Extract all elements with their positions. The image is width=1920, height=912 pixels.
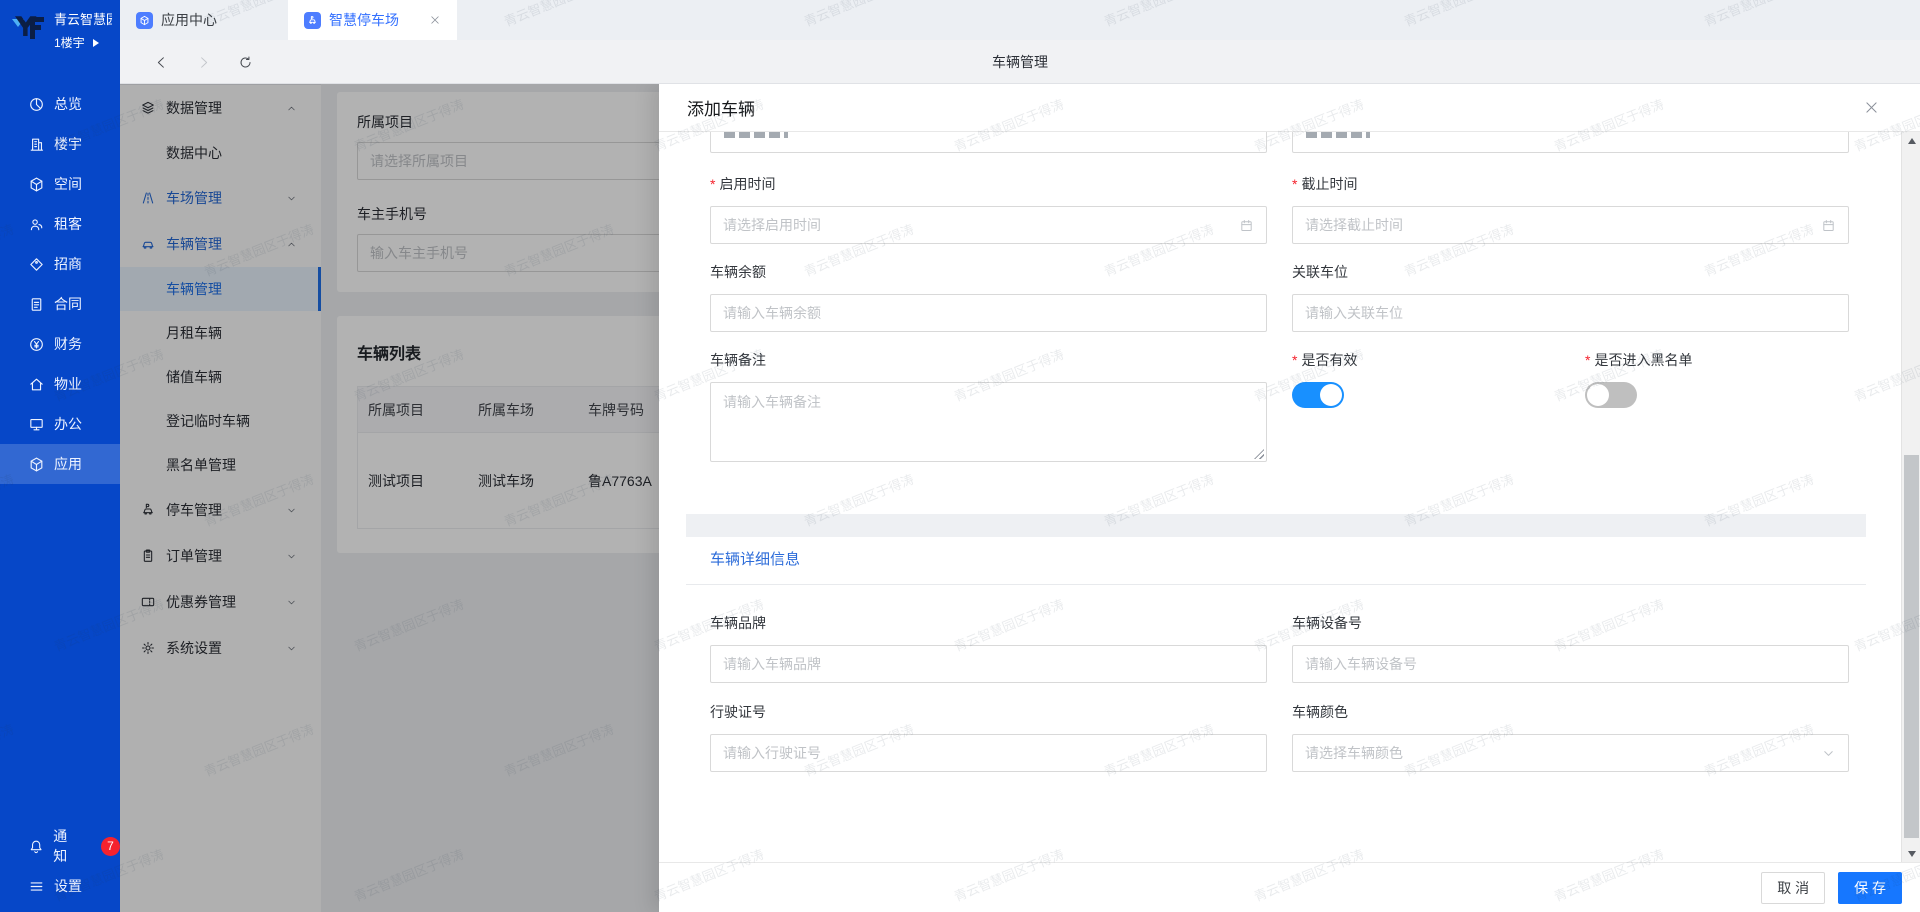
sidebar-item-building[interactable]: 楼宇 <box>0 124 120 164</box>
drawer-scrollbar <box>1901 132 1920 862</box>
users-icon <box>28 216 45 233</box>
end-time-label: 截止时间 <box>1292 174 1849 194</box>
license-number-input[interactable] <box>723 745 1254 761</box>
tag-icon <box>28 256 45 273</box>
blacklist-toggle[interactable] <box>1585 382 1637 408</box>
page-title: 车辆管理 <box>992 54 1048 70</box>
clipped-field-right[interactable] <box>1292 132 1849 153</box>
remark-label: 车辆备注 <box>710 352 766 368</box>
clipped-form-row <box>710 132 1849 153</box>
sidebar-item-overview[interactable]: 总览 <box>0 84 120 124</box>
start-time-label: 启用时间 <box>710 174 1267 194</box>
sidebar-item-property[interactable]: 物业 <box>0 364 120 404</box>
app-center-icon <box>136 11 153 29</box>
pie-icon <box>28 96 45 113</box>
section-gap <box>686 514 1866 537</box>
vehicle-color-select[interactable] <box>1292 734 1849 772</box>
brand-input[interactable] <box>723 656 1254 672</box>
cancel-button[interactable]: 取 消 <box>1761 871 1826 904</box>
vehicle-color-input[interactable] <box>1305 745 1821 761</box>
end-time-picker[interactable] <box>1292 206 1849 244</box>
monitor-icon <box>28 416 45 433</box>
start-time-input[interactable] <box>723 217 1239 233</box>
balance-field[interactable] <box>710 294 1267 332</box>
tab-close-icon[interactable] <box>429 14 441 26</box>
section-divider <box>686 584 1866 585</box>
brand-logo-icon <box>12 16 44 39</box>
tab-smart-parking[interactable]: 智慧停车场 <box>288 0 457 40</box>
scroll-up-icon[interactable] <box>1902 132 1920 149</box>
logo: 青云智慧园 1楼宇 <box>0 0 120 62</box>
sidebar-item-office[interactable]: 办公 <box>0 404 120 444</box>
building-selector-arrow-icon[interactable] <box>92 38 99 47</box>
home-icon <box>28 376 45 393</box>
document-icon <box>28 296 45 313</box>
add-vehicle-drawer: 添加车辆 启用时间 截止时间 <box>659 84 1920 912</box>
yen-icon <box>28 336 45 353</box>
app-cube-icon <box>28 456 45 473</box>
is-valid-toggle[interactable] <box>1292 382 1344 408</box>
calendar-icon <box>1821 218 1836 233</box>
drawer-footer: 取 消 保 存 <box>659 862 1920 912</box>
close-icon[interactable] <box>1863 99 1880 116</box>
linked-space-input[interactable] <box>1305 305 1836 321</box>
primary-sidebar: 青云智慧园 1楼宇 总览 楼宇 空间 租客 招商 合同 财务 物业 办公 应用 … <box>0 0 120 912</box>
tab-bar: 应用中心 智慧停车场 <box>120 0 1920 40</box>
sidebar-item-tenant[interactable]: 租客 <box>0 204 120 244</box>
scrollbar-thumb[interactable] <box>1904 455 1919 838</box>
tab-app-center[interactable]: 应用中心 <box>120 0 288 40</box>
drawer-header: 添加车辆 <box>659 84 1920 132</box>
building-selector-label: 1楼宇 <box>54 36 85 50</box>
sidebar-item-space[interactable]: 空间 <box>0 164 120 204</box>
sidebar-item-investment[interactable]: 招商 <box>0 244 120 284</box>
drawer-title: 添加车辆 <box>687 100 755 119</box>
app-root: 青云智慧园 1楼宇 总览 楼宇 空间 租客 招商 合同 财务 物业 办公 应用 … <box>0 0 1920 912</box>
device-number-input[interactable] <box>1305 656 1836 672</box>
balance-input[interactable] <box>723 305 1254 321</box>
sidebar-item-apps[interactable]: 应用 <box>0 444 120 484</box>
vehicle-color-label: 车辆颜色 <box>1292 704 1348 720</box>
brand-title: 青云智慧园 <box>54 12 112 27</box>
building-icon <box>28 136 45 153</box>
clipped-field-left[interactable] <box>710 132 1267 153</box>
bell-icon <box>28 838 44 855</box>
remark-field[interactable] <box>710 382 1267 462</box>
license-number-field[interactable] <box>710 734 1267 772</box>
save-button[interactable]: 保 存 <box>1838 871 1902 904</box>
blacklist-label: 是否进入黑名单 <box>1585 350 1849 370</box>
sidebar-item-contract[interactable]: 合同 <box>0 284 120 324</box>
scroll-down-icon[interactable] <box>1902 845 1920 862</box>
brand-label: 车辆品牌 <box>710 615 766 631</box>
sidebar-item-finance[interactable]: 财务 <box>0 324 120 364</box>
linked-space-label: 关联车位 <box>1292 264 1348 280</box>
notification-badge: 7 <box>101 836 120 856</box>
hamburger-icon <box>28 878 45 895</box>
vehicle-detail-section-title: 车辆详细信息 <box>710 551 801 568</box>
cube-icon <box>28 176 45 193</box>
linked-space-field[interactable] <box>1292 294 1849 332</box>
brand-field[interactable] <box>710 645 1267 683</box>
device-number-label: 车辆设备号 <box>1292 615 1362 631</box>
end-time-input[interactable] <box>1305 217 1821 233</box>
drawer-body: 启用时间 截止时间 <box>659 132 1901 862</box>
start-time-picker[interactable] <box>710 206 1267 244</box>
balance-label: 车辆余额 <box>710 264 766 280</box>
is-valid-label: 是否有效 <box>1292 350 1585 370</box>
navigation-bar: 车辆管理 <box>120 40 1920 84</box>
sidebar-item-notifications[interactable]: 通知 7 <box>0 826 120 866</box>
remark-textarea[interactable] <box>723 392 1254 452</box>
device-number-field[interactable] <box>1292 645 1849 683</box>
sidebar-item-settings[interactable]: 设置 <box>0 866 120 906</box>
resize-grip-icon[interactable] <box>1254 449 1264 459</box>
calendar-icon <box>1239 218 1254 233</box>
smart-parking-icon <box>304 11 321 29</box>
select-chevron-down-icon <box>1821 746 1836 761</box>
license-number-label: 行驶证号 <box>710 704 766 720</box>
